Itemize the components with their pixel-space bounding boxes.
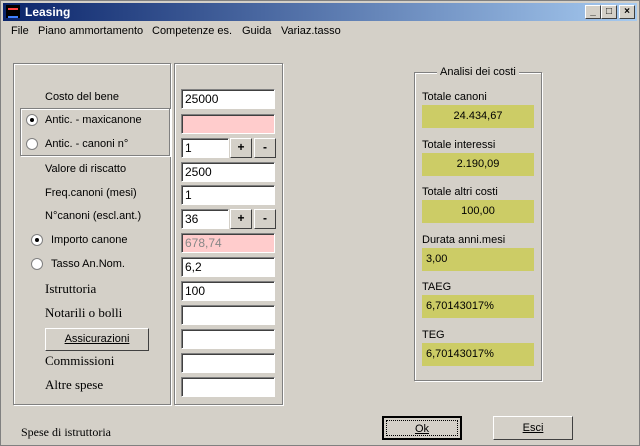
title-bar[interactable]: Leasing _ □ × — [3, 3, 637, 21]
esci-button[interactable]: Esci — [493, 416, 573, 440]
altre-spese-label: Altre spese — [45, 377, 104, 392]
n-canoni-label: N°canoni (escl.ant.) — [45, 210, 142, 222]
valore-riscatto-label: Valore di riscatto — [45, 163, 127, 175]
antic-canoni-input[interactable]: 1 — [181, 138, 229, 158]
tasso-input[interactable]: 6,2 — [181, 257, 275, 277]
costo-bene-label: Costo del bene — [45, 91, 119, 103]
totale-altri-value: 100,00 — [422, 200, 534, 223]
assicurazioni-button[interactable]: Assicurazioni — [45, 328, 149, 351]
n-canoni-input[interactable]: 36 — [181, 209, 229, 229]
commissioni-label: Commissioni — [45, 353, 115, 368]
teg-value: 6,70143017% — [422, 343, 534, 366]
tasso-label: Tasso An.Nom. — [51, 258, 125, 270]
valore-riscatto-input[interactable]: 2500 — [181, 162, 275, 182]
totale-altri-label: Totale altri costi — [422, 186, 498, 198]
antic-maxi-input[interactable] — [181, 114, 275, 134]
totale-interessi-value: 2.190,09 — [422, 153, 534, 176]
altre-spese-input[interactable] — [181, 377, 275, 397]
n-canoni-minus-button[interactable]: - — [254, 209, 276, 229]
menu-piano-ammortamento[interactable]: Piano ammortamento — [38, 25, 143, 37]
teg-label: TEG — [422, 329, 445, 341]
istruttoria-label: Istruttoria — [45, 281, 97, 296]
menu-variaz-tasso[interactable]: Variaz.tasso — [281, 25, 341, 37]
status-text: Spese di istruttoria — [21, 425, 111, 439]
esci-label: Esci — [522, 422, 544, 434]
close-icon[interactable]: × — [619, 5, 635, 19]
totale-canoni-value: 24.434,67 — [422, 105, 534, 128]
istruttoria-input[interactable]: 100 — [181, 281, 275, 301]
ok-button[interactable]: Ok — [382, 416, 462, 440]
antic-canoni-radio[interactable] — [26, 138, 38, 150]
n-canoni-plus-button[interactable]: + — [230, 209, 252, 229]
durata-label: Durata anni.mesi — [422, 234, 506, 246]
minimize-icon[interactable]: _ — [585, 5, 601, 19]
assicurazioni-label: Assicurazioni — [64, 333, 130, 345]
ok-label: Ok — [414, 423, 430, 435]
taeg-label: TAEG — [422, 281, 452, 293]
notarili-label: Notarili o bolli — [45, 305, 123, 320]
antic-canoni-label: Antic. - canoni n° — [45, 138, 129, 150]
freq-canoni-input[interactable]: 1 — [181, 185, 275, 205]
antic-canoni-plus-button[interactable]: + — [230, 138, 252, 158]
importo-canone-label: Importo canone — [51, 234, 128, 246]
freq-canoni-label: Freq.canoni (mesi) — [45, 187, 137, 199]
analisi-title: Analisi dei costi — [437, 66, 519, 78]
commissioni-input[interactable] — [181, 353, 275, 373]
maximize-icon[interactable]: □ — [601, 5, 617, 19]
totale-canoni-label: Totale canoni — [422, 91, 487, 103]
menu-guida[interactable]: Guida — [242, 25, 271, 37]
window-title: Leasing — [25, 5, 71, 19]
totale-interessi-label: Totale interessi — [422, 139, 496, 151]
tasso-radio[interactable] — [31, 258, 43, 270]
costo-bene-input[interactable]: 25000 — [181, 89, 275, 109]
menu-file[interactable]: File — [11, 25, 29, 37]
notarili-input[interactable] — [181, 305, 275, 325]
leasing-window: Leasing _ □ × File Piano ammortamento Co… — [0, 0, 640, 446]
menu-bar: File Piano ammortamento Competenze es. G… — [3, 22, 637, 40]
assicurazioni-input[interactable] — [181, 329, 275, 349]
menu-competenze[interactable]: Competenze es. — [152, 25, 232, 37]
app-icon[interactable] — [6, 5, 20, 18]
importo-canone-radio[interactable] — [31, 234, 43, 246]
taeg-value: 6,70143017% — [422, 295, 534, 318]
durata-value: 3,00 — [422, 248, 534, 271]
antic-canoni-minus-button[interactable]: - — [254, 138, 276, 158]
importo-canone-input[interactable]: 678,74 — [181, 233, 275, 253]
